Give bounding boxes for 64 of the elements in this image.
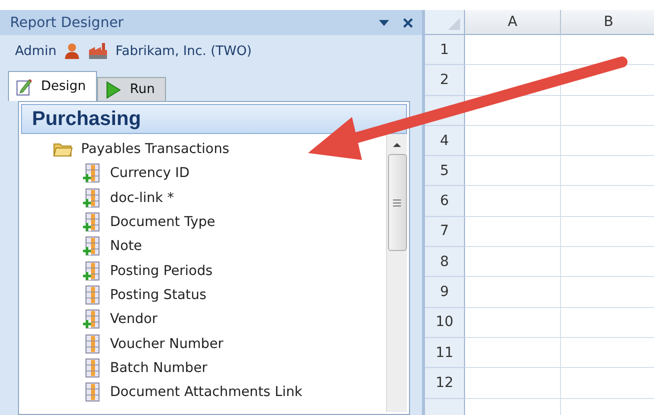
table-cell[interactable] [465, 96, 561, 126]
tree-item[interactable]: Posting Periods [21, 258, 386, 283]
table-icon [83, 284, 101, 305]
row-header[interactable]: 2 [425, 65, 465, 96]
table-cell[interactable] [465, 308, 561, 338]
table-cell[interactable] [465, 65, 561, 96]
dropdown-icon[interactable] [378, 18, 390, 26]
column-header[interactable]: A [465, 10, 561, 35]
table-icon [83, 358, 101, 378]
row-header[interactable]: 8 [425, 247, 465, 278]
scroll-thumb[interactable] [388, 154, 406, 251]
row-header[interactable]: 12 [425, 368, 465, 399]
table-plus-icon [83, 188, 101, 208]
select-all-corner[interactable] [425, 10, 465, 35]
table-icon [83, 382, 101, 402]
close-icon[interactable] [402, 16, 414, 28]
pencil-note-icon [15, 78, 33, 96]
table-cell[interactable] [465, 368, 561, 399]
row-header[interactable]: 11 [425, 338, 465, 368]
tab[interactable]: Design [8, 71, 97, 101]
table-cell[interactable] [465, 216, 561, 248]
table-plus-icon [83, 212, 101, 232]
row-header[interactable]: 7 [425, 216, 465, 248]
tree-item[interactable]: Voucher Number [21, 331, 386, 356]
table-cell[interactable] [465, 277, 561, 308]
table-icon [83, 334, 101, 354]
table-plus-icon [83, 260, 101, 281]
corner-triangle-icon [448, 18, 460, 30]
tree-item[interactable]: doc-link * [21, 186, 386, 210]
row-header[interactable]: 4 [425, 126, 465, 156]
table-plus-icon [83, 309, 101, 330]
scrollbar[interactable] [386, 134, 407, 412]
table-plus-icon [83, 163, 101, 184]
table-cell[interactable] [465, 35, 561, 66]
row-header[interactable]: 1 [425, 35, 465, 66]
tab[interactable]: Run [96, 77, 166, 101]
person-icon [63, 42, 82, 60]
grip-icon [393, 198, 401, 206]
scroll-up-icon[interactable] [393, 142, 401, 148]
company-name: Fabrikam, Inc. (TWO) [115, 44, 252, 58]
tree-item[interactable]: Batch Number [21, 356, 386, 380]
table-cell[interactable] [465, 247, 561, 278]
play-icon [104, 80, 122, 98]
row-header[interactable]: 6 [425, 186, 465, 217]
table-cell[interactable] [465, 156, 561, 186]
tree-item[interactable]: Vendor [21, 307, 386, 332]
row-header[interactable]: 5 [425, 156, 465, 186]
table-plus-icon [83, 236, 101, 256]
table-cell[interactable] [465, 126, 561, 156]
tree-item[interactable]: Note [21, 234, 386, 258]
factory-icon [88, 42, 108, 60]
table-cell[interactable] [465, 338, 561, 368]
row-header[interactable]: 10 [425, 308, 465, 338]
tree-item[interactable]: Document Type [21, 210, 386, 234]
section-heading: Purchasing [21, 104, 407, 134]
table-cell[interactable] [465, 186, 561, 217]
tree-item[interactable]: Currency ID [21, 161, 386, 186]
tree-item[interactable]: Document Attachments Link [21, 380, 386, 404]
row-header[interactable]: 9 [425, 277, 465, 308]
tree-item[interactable]: Payables Transactions [21, 137, 386, 162]
tree-item[interactable]: Posting Status [21, 282, 386, 308]
panel-title: Report Designer [10, 14, 125, 30]
user-name: Admin [15, 44, 56, 58]
column-header[interactable]: B [561, 10, 654, 35]
